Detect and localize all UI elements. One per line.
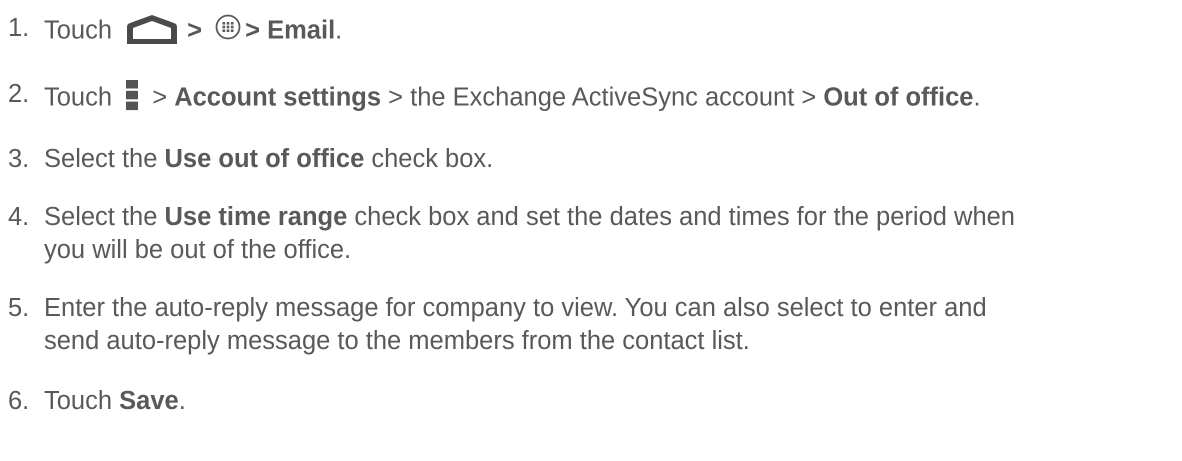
step-text: Select the Use time range check box and … [44,201,1015,267]
step-line-1: Select the Use time range check box and … [44,201,1015,234]
step-bold-out-of-office: Out of office [823,83,974,112]
step-bold-save: Save [119,387,179,415]
step-suffix-text: check box. [364,145,494,173]
step-prefix-text: Select the [44,145,165,173]
step-touch-text: Touch [44,83,113,112]
step-bold-use-time-range: Use time range [164,203,348,231]
step-bold-account-settings: Account settings [174,83,382,112]
step-suffix-text: check box and set the dates and times fo… [347,203,1015,231]
step-separator: > [145,83,175,112]
step-period: . [335,16,343,45]
step-text: Select the Use out of office check box. [44,143,493,176]
step-number: 4. [8,203,30,231]
step-5: 5. Enter the auto-reply message for comp… [8,292,987,358]
step-period: . [973,83,981,112]
menu-icon [125,78,139,112]
step-2: 2. Touch > Account settings > the Exchan… [8,78,981,120]
step-middle-text: > the Exchange ActiveSync account > [381,83,824,112]
step-bold-use-out-of-office: Use out of office [164,145,365,173]
step-4: 4. Select the Use time range check box a… [8,201,1015,267]
step-period: . [178,387,186,415]
step-number: 6. [8,387,30,415]
step-6: 6. Touch Save. [8,385,186,418]
step-text: Enter the auto-reply message for company… [44,292,987,358]
step-text: Touch Save. [44,385,186,418]
step-text: Touch > Account settings > the Exchange … [44,78,981,120]
step-prefix-text: Select the [44,203,165,231]
step-1: 1. Touch > > Email. [8,12,342,52]
step-touch-text: Touch [44,16,113,45]
step-line-2: send auto-reply message to the members f… [44,327,750,355]
step-number: 2. [8,80,30,108]
step-number: 1. [8,14,30,42]
step-3: 3. Select the Use out of office check bo… [8,143,493,176]
home-icon [123,12,181,46]
step-number: 3. [8,145,30,173]
step-line-2: you will be out of the office. [44,236,352,264]
step-target: > Email [245,16,336,45]
step-touch-text: Touch [44,387,120,415]
step-line-1: Enter the auto-reply message for company… [44,294,987,322]
step-text: Touch > > Email. [44,12,342,52]
apps-icon [215,14,241,40]
step-number: 5. [8,294,30,322]
step-separator: > [187,16,203,45]
